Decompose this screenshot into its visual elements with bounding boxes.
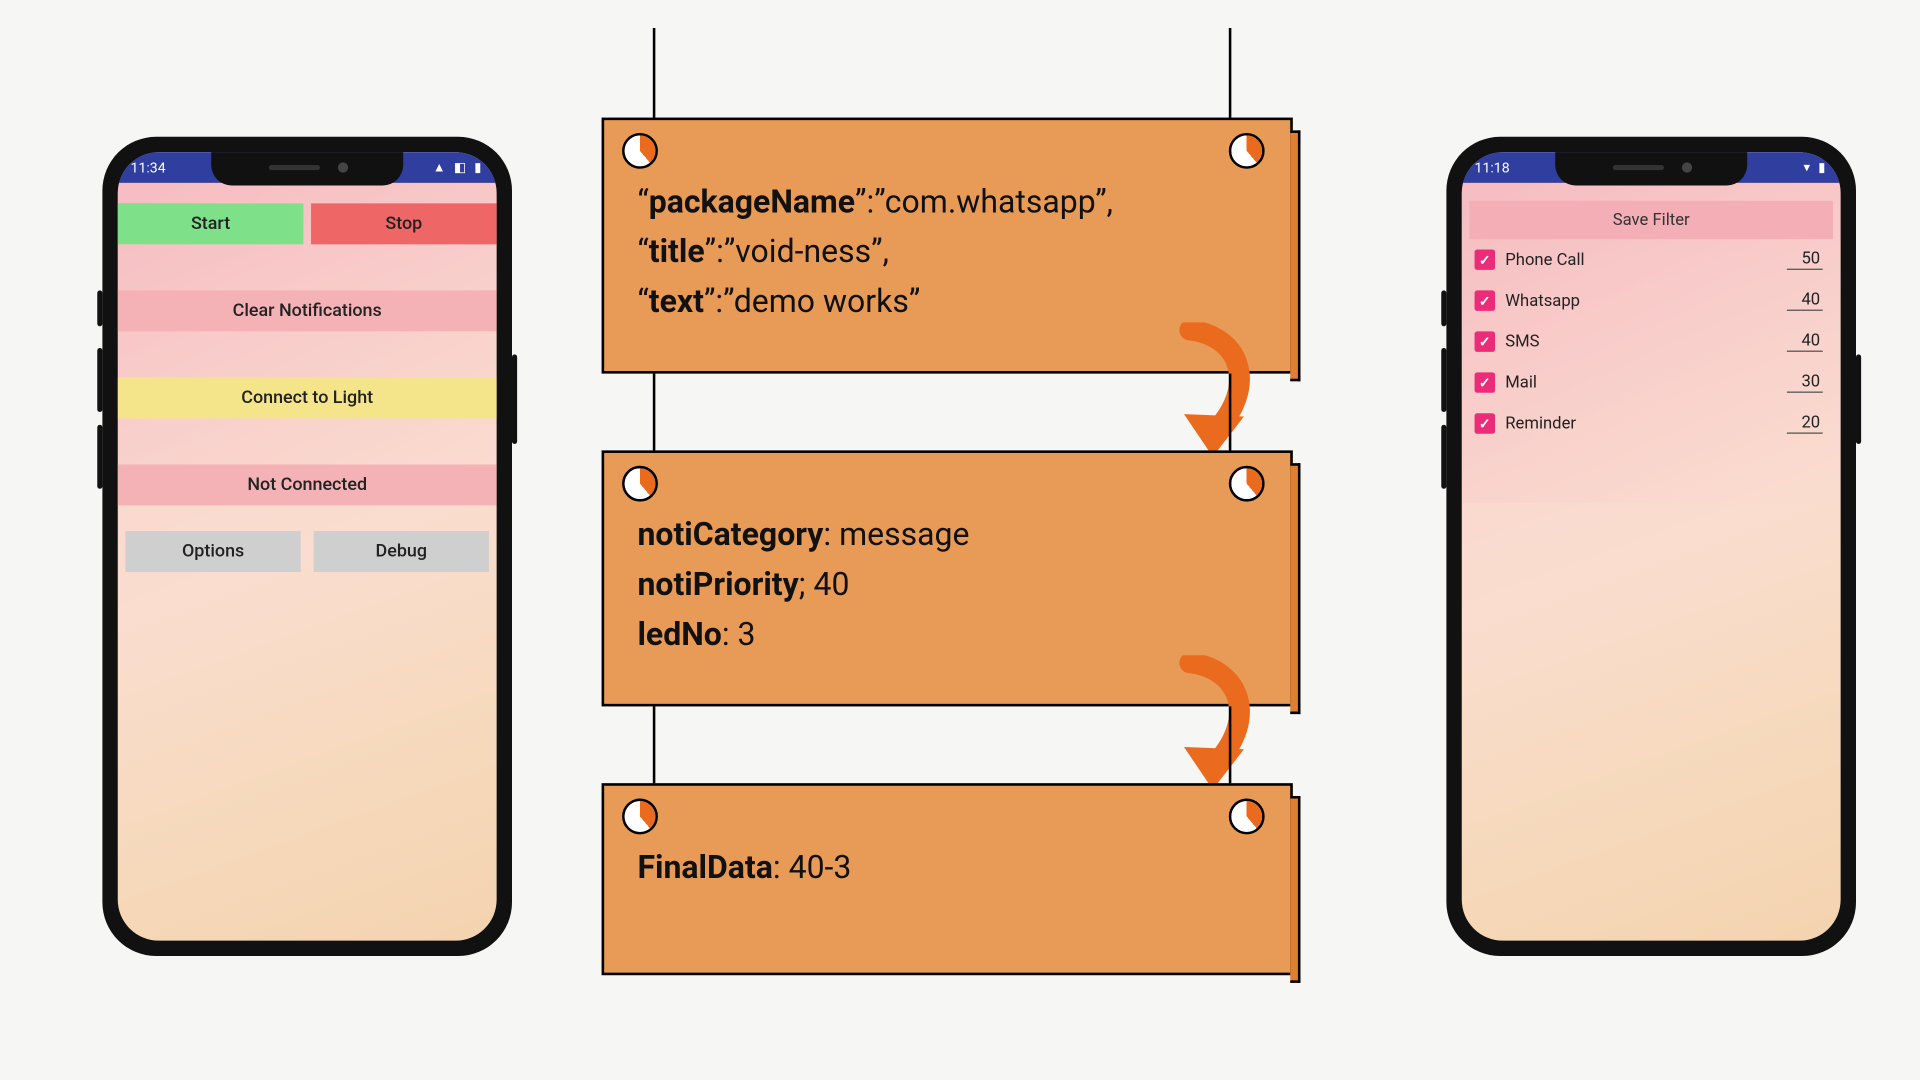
- connection-status-label: Not Connected: [118, 464, 497, 505]
- canvas: 11:34 ▲ ◧ ▮ Start Stop Clear Notificatio…: [0, 28, 1920, 1052]
- debug-button[interactable]: Debug: [314, 531, 489, 572]
- clear-notifications-button[interactable]: Clear Notifications: [118, 290, 497, 331]
- filter-label: SMS: [1505, 332, 1539, 351]
- filter-row: ✓ SMS 40: [1462, 321, 1841, 362]
- filter-row: ✓ Whatsapp 40: [1462, 280, 1841, 321]
- filter-label: Whatsapp: [1505, 291, 1580, 310]
- connect-light-button[interactable]: Connect to Light: [118, 377, 497, 418]
- filter-label: Reminder: [1505, 414, 1576, 433]
- filter-value-input[interactable]: 20: [1787, 413, 1823, 433]
- filter-label: Phone Call: [1505, 250, 1584, 269]
- pin-icon: [622, 133, 658, 169]
- pin-icon: [622, 466, 658, 502]
- start-button[interactable]: Start: [118, 203, 304, 244]
- status-icons: ▲ ◧ ▮: [433, 160, 484, 174]
- pin-icon: [1229, 799, 1265, 835]
- clock-text: 11:18: [1475, 159, 1510, 176]
- filter-list: ✓ Phone Call 50 ✓ Whatsapp 40 ✓ SMS 40 ✓ Mail 30 ✓ Re…: [1462, 239, 1841, 444]
- filter-row: ✓ Reminder 20: [1462, 403, 1841, 444]
- save-filter-button[interactable]: Save Filter: [1469, 201, 1833, 239]
- filter-value-input[interactable]: 40: [1787, 331, 1823, 351]
- pin-icon: [1229, 133, 1265, 169]
- filter-label: Mail: [1505, 373, 1537, 392]
- data-flow-diagram: “packageName”:”com.whatsapp”, “title”:”v…: [602, 28, 1293, 1026]
- checkbox-icon[interactable]: ✓: [1475, 372, 1495, 392]
- pin-icon: [1229, 466, 1265, 502]
- filter-row: ✓ Mail 30: [1462, 362, 1841, 403]
- filter-value-input[interactable]: 30: [1787, 372, 1823, 392]
- status-icons: ▾ ▮: [1804, 160, 1828, 174]
- flow-board-output: FinalData: 40-3: [602, 783, 1293, 975]
- phone-mockup-filter: 11:18 ▾ ▮ Save Filter ✓ Phone Call 50 ✓ What…: [1446, 137, 1856, 956]
- options-button[interactable]: Options: [125, 531, 300, 572]
- filter-value-input[interactable]: 50: [1787, 249, 1823, 269]
- filter-value-input[interactable]: 40: [1787, 290, 1823, 310]
- filter-row: ✓ Phone Call 50: [1462, 239, 1841, 280]
- checkbox-icon[interactable]: ✓: [1475, 331, 1495, 351]
- checkbox-icon[interactable]: ✓: [1475, 249, 1495, 269]
- phone-mockup-control: 11:34 ▲ ◧ ▮ Start Stop Clear Notificatio…: [102, 137, 512, 956]
- stop-button[interactable]: Stop: [311, 203, 497, 244]
- pin-icon: [622, 799, 658, 835]
- checkbox-icon[interactable]: ✓: [1475, 290, 1495, 310]
- checkbox-icon[interactable]: ✓: [1475, 413, 1495, 433]
- clock-text: 11:34: [131, 159, 166, 176]
